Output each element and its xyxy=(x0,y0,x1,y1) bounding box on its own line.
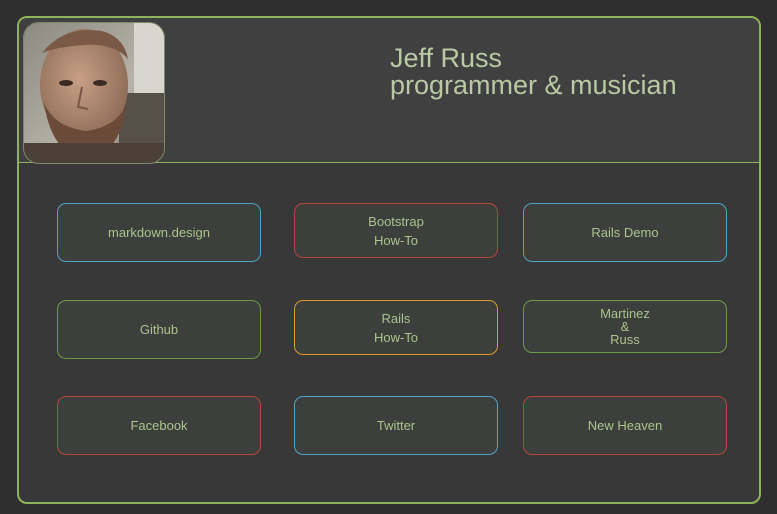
avatar xyxy=(23,22,165,164)
link-github[interactable]: Github xyxy=(57,300,261,359)
profile-card: Jeff Russ programmer & musician markdown… xyxy=(17,16,761,504)
link-facebook[interactable]: Facebook xyxy=(57,396,261,455)
link-martinez-russ[interactable]: Martinez & Russ xyxy=(523,300,727,353)
avatar-photo xyxy=(24,23,164,163)
profile-titles: Jeff Russ programmer & musician xyxy=(390,45,677,99)
profile-header: Jeff Russ programmer & musician xyxy=(19,18,759,164)
profile-tagline: programmer & musician xyxy=(390,70,677,100)
profile-name: Jeff Russ xyxy=(390,43,503,73)
link-twitter[interactable]: Twitter xyxy=(294,396,498,455)
link-bootstrap-how-to[interactable]: Bootstrap How-To xyxy=(294,203,498,258)
link-markdown-design[interactable]: markdown.design xyxy=(57,203,261,262)
link-rails-demo[interactable]: Rails Demo xyxy=(523,203,727,262)
link-new-heaven[interactable]: New Heaven xyxy=(523,396,727,455)
link-rails-how-to[interactable]: Rails How-To xyxy=(294,300,498,355)
